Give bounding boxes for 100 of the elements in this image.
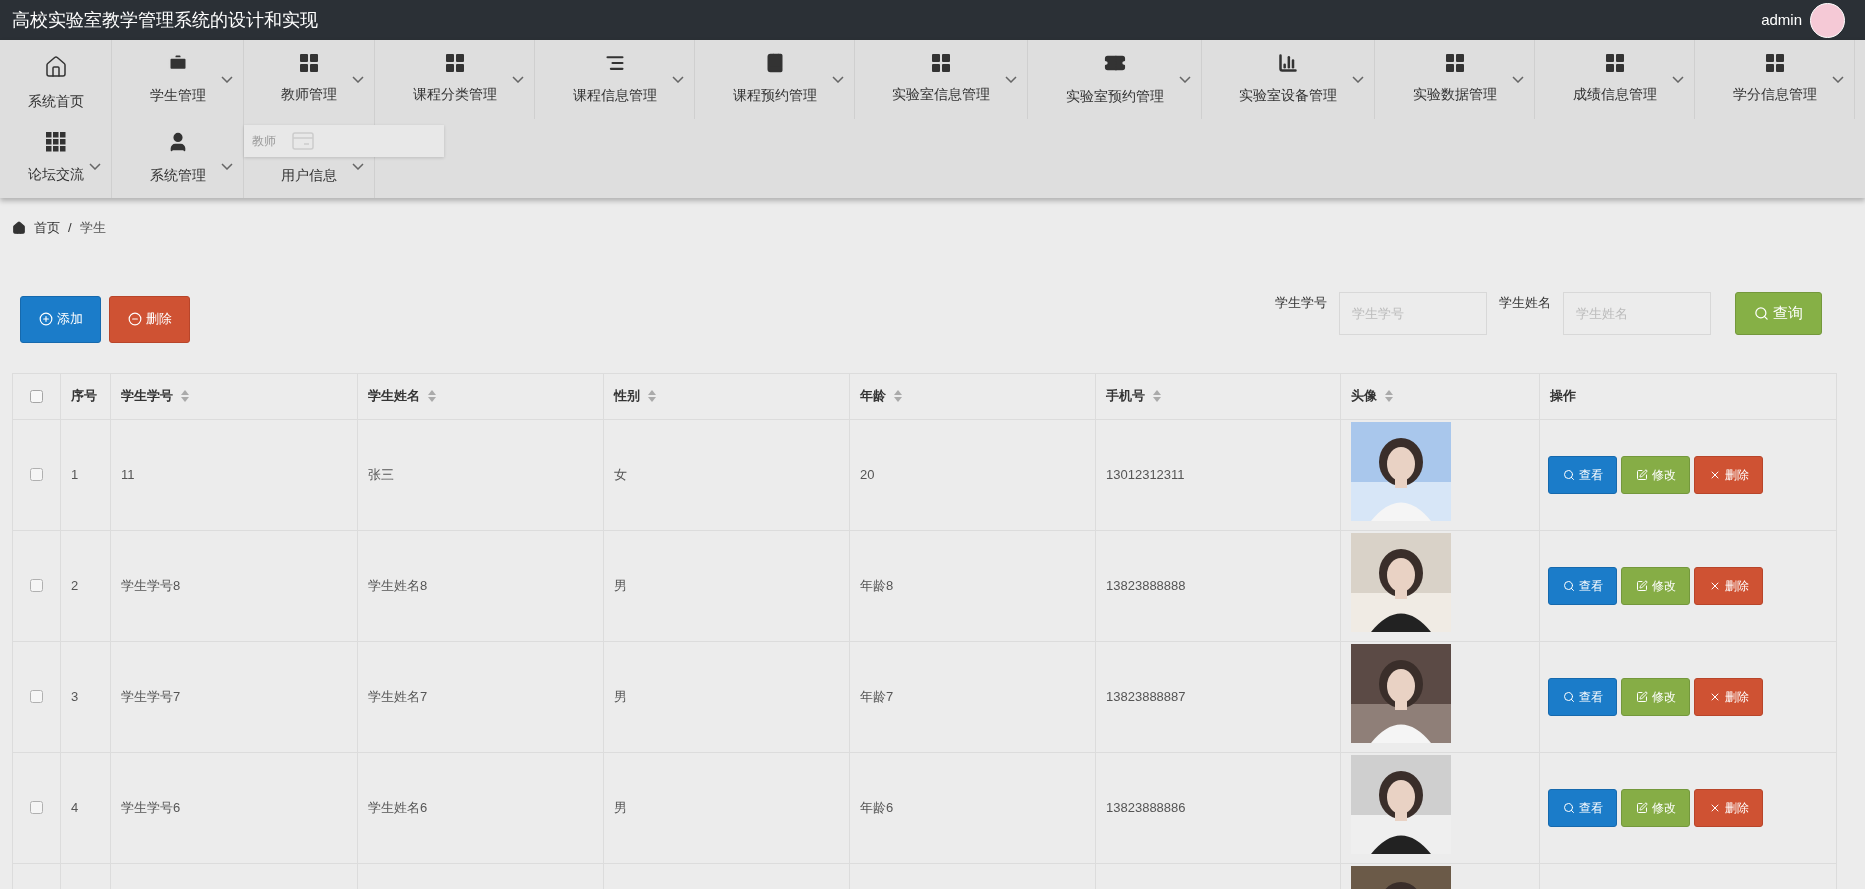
view-button[interactable]: 查看 (1548, 788, 1617, 827)
app-title: 高校实验室教学管理系统的设计和实现 (12, 8, 318, 32)
grid-icon (1765, 54, 1784, 72)
search-icon (1562, 690, 1575, 703)
delete-button[interactable]: 删除 (1694, 566, 1763, 605)
column-header[interactable]: 性别 (614, 386, 656, 406)
view-button[interactable]: 查看 (1548, 455, 1617, 494)
card-icon (292, 132, 314, 150)
grid-icon (300, 54, 318, 72)
table-cell-text: 13823888887 (1106, 687, 1186, 706)
table-cell-text: 张三 (368, 465, 394, 484)
column-header[interactable]: 年龄 (860, 386, 902, 406)
nav-item[interactable]: 实验室信息管理 (855, 40, 1027, 119)
table-cell-text: 11 (121, 465, 135, 484)
chevron-icon (1512, 76, 1524, 83)
user-name[interactable]: admin (1761, 8, 1802, 32)
chevron-icon (1832, 76, 1844, 83)
nav-item[interactable]: 课程分类管理 (375, 40, 534, 119)
plus-icon (38, 312, 53, 326)
column-header: 序号 (71, 387, 97, 406)
table-cell-text: 20 (860, 465, 875, 484)
table-cell-text: 学生姓名8 (368, 576, 428, 595)
edit-icon (1635, 579, 1648, 592)
table-cell-text: 13823888886 (1106, 798, 1186, 817)
sort-icon (1385, 390, 1393, 402)
table-cell-text: 2 (71, 576, 79, 595)
nav-item[interactable]: 教师管理 (244, 40, 374, 119)
chevron-icon (1672, 76, 1684, 83)
chevron-icon (832, 76, 844, 83)
list-icon (604, 53, 625, 73)
table-cell-text: 学生学号7 (121, 687, 181, 706)
view-button[interactable]: 查看 (1548, 566, 1617, 605)
chevron-icon (352, 76, 364, 83)
delete-button[interactable]: 删除 (1694, 455, 1763, 494)
nav-item[interactable]: 系统首页 (0, 40, 111, 119)
table-cell-text: 1 (71, 465, 79, 484)
view-button[interactable]: 查看 (1548, 677, 1617, 716)
grid-icon (1445, 54, 1464, 72)
chevron-icon (1179, 76, 1191, 83)
filter-label: 学生学号 (1275, 294, 1327, 313)
nav-item[interactable]: 实验室预约管理 (1028, 40, 1201, 119)
delete-button[interactable]: 删除 (109, 295, 190, 343)
table-cell-text: 3 (71, 687, 79, 706)
nav-item[interactable]: 实验数据管理 (1375, 40, 1534, 119)
chevron-icon (89, 163, 101, 170)
delete-button[interactable]: 删除 (1694, 677, 1763, 716)
column-header[interactable]: 学生姓名 (368, 386, 436, 406)
table-cell-text: 年龄7 (860, 687, 894, 706)
table-cell-text: 男 (614, 798, 627, 817)
table-cell-text: 13823888888 (1106, 576, 1186, 595)
grid-icon (445, 54, 464, 72)
column-header[interactable]: 学生学号 (121, 386, 189, 406)
nav-item[interactable]: 论坛交流 (0, 119, 111, 198)
delete-button[interactable]: 删除 (1694, 788, 1763, 827)
chevron-icon (221, 163, 233, 170)
chevron-icon (672, 76, 684, 83)
column-header: 操作 (1550, 387, 1576, 406)
search-icon (1562, 801, 1575, 814)
breadcrumb-item[interactable]: 首页 (34, 218, 60, 238)
chevron-icon (512, 76, 524, 83)
search-icon (1562, 579, 1575, 592)
search-icon (1754, 305, 1769, 321)
bar-chart-icon (1278, 53, 1298, 73)
column-header[interactable]: 手机号 (1106, 386, 1161, 406)
nav-item[interactable]: 课程预约管理 (695, 40, 854, 119)
grid-icon (1605, 54, 1624, 72)
nav-item[interactable]: 系统管理 (112, 119, 243, 198)
checkbox[interactable] (30, 389, 43, 403)
home-icon (43, 55, 68, 79)
edit-icon (1635, 801, 1648, 814)
search-icon (1562, 468, 1575, 481)
sort-icon (1153, 390, 1161, 402)
column-header[interactable]: 头像 (1351, 386, 1393, 406)
table-cell-text: 男 (614, 576, 627, 595)
edit-icon (1635, 468, 1648, 481)
home-icon (12, 220, 26, 235)
sort-icon (428, 390, 436, 402)
breadcrumb-item[interactable]: 学生 (79, 218, 106, 238)
nav-item[interactable]: 成绩信息管理 (1535, 40, 1694, 119)
chevron-icon (1352, 76, 1364, 83)
filter-label: 学生姓名 (1499, 294, 1551, 313)
nav-item[interactable]: 实验室设备管理 (1202, 40, 1374, 119)
nav-item[interactable]: 学生管理 (112, 40, 243, 119)
table-cell-text: 学生姓名7 (368, 687, 428, 706)
nav-item[interactable]: 课程信息管理 (535, 40, 694, 119)
nav-item[interactable]: 学分信息管理 (1695, 40, 1854, 119)
avatar[interactable] (1810, 2, 1845, 38)
table-cell-text: 4 (71, 798, 79, 817)
edit-icon (1635, 690, 1648, 703)
sort-icon (181, 390, 189, 402)
grid-icon (45, 132, 66, 152)
sort-icon (648, 390, 656, 402)
chevron-icon (1005, 76, 1017, 83)
table-cell-text: 年龄6 (860, 798, 894, 817)
add-button[interactable]: 添加 (20, 295, 101, 343)
table-cell-text: 学生姓名6 (368, 798, 428, 817)
chevron-icon (352, 163, 364, 170)
table-cell-text: 学生学号6 (121, 798, 181, 817)
minus-icon (127, 312, 142, 326)
table-cell-text: 男 (614, 687, 627, 706)
